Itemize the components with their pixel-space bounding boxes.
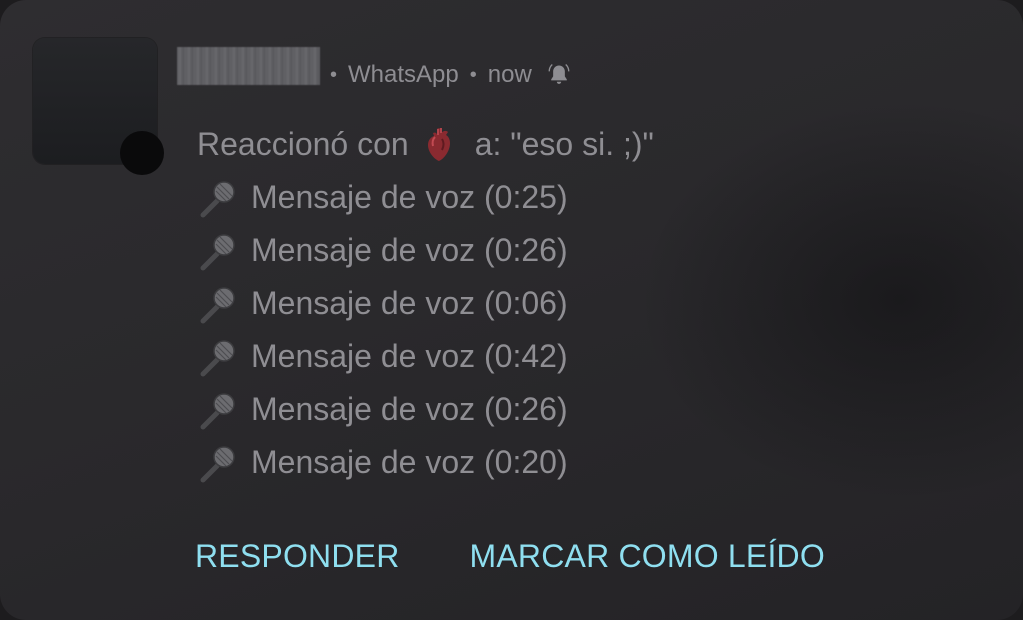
microphone-emoji-icon xyxy=(200,286,235,323)
mark-as-read-button[interactable]: MARCAR COMO LEÍDO xyxy=(470,538,825,575)
voice-message-label: Mensaje de voz (0:26) xyxy=(251,232,568,268)
microphone-emoji-icon xyxy=(200,180,235,217)
voice-message-line: Mensaje de voz (0:42) xyxy=(197,330,654,383)
separator-dot: • xyxy=(330,63,338,86)
reaction-prefix: Reaccionó con xyxy=(197,126,409,162)
bell-ringing-icon xyxy=(548,64,570,84)
anatomical-heart-emoji-icon xyxy=(427,127,450,161)
microphone-emoji-icon xyxy=(200,445,235,482)
reply-button[interactable]: RESPONDER xyxy=(195,538,400,575)
voice-message-line: Mensaje de voz (0:25) xyxy=(197,171,654,224)
microphone-emoji-icon xyxy=(200,339,235,376)
voice-message-label: Mensaje de voz (0:20) xyxy=(251,444,568,480)
app-badge-icon xyxy=(120,131,164,175)
reaction-suffix: a: "eso si. ;)" xyxy=(474,126,654,162)
voice-message-line: Mensaje de voz (0:26) xyxy=(197,383,654,436)
sender-name-redacted xyxy=(177,47,320,85)
voice-message-line: Mensaje de voz (0:20) xyxy=(197,436,654,489)
notification-header: • WhatsApp • now xyxy=(330,57,572,93)
voice-message-line: Mensaje de voz (0:26) xyxy=(197,224,654,277)
separator-dot: • xyxy=(469,63,477,86)
message-list: Reaccionó con a: "eso si. ;)" Mensaje de… xyxy=(197,118,654,489)
voice-message-label: Mensaje de voz (0:42) xyxy=(251,338,568,374)
voice-message-label: Mensaje de voz (0:26) xyxy=(251,391,568,427)
voice-message-label: Mensaje de voz (0:06) xyxy=(251,285,568,321)
microphone-emoji-icon xyxy=(200,233,235,270)
notification-time: now xyxy=(487,61,532,88)
microphone-emoji-icon xyxy=(200,392,235,429)
voice-message-label: Mensaje de voz (0:25) xyxy=(251,179,568,215)
whatsapp-notification[interactable]: • WhatsApp • now Reaccionó con a: "eso s… xyxy=(0,0,1023,620)
reaction-line: Reaccionó con a: "eso si. ;)" xyxy=(197,118,654,171)
app-name: WhatsApp xyxy=(348,61,459,88)
voice-message-line: Mensaje de voz (0:06) xyxy=(197,277,654,330)
notification-actions: RESPONDER MARCAR COMO LEÍDO xyxy=(195,538,825,575)
